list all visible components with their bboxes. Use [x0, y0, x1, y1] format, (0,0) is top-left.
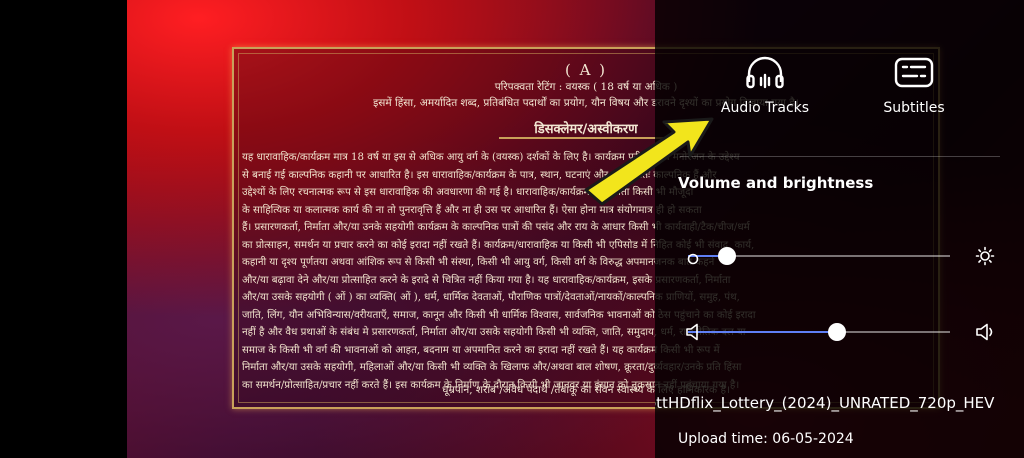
pointer-arrow-icon: [584, 117, 714, 206]
